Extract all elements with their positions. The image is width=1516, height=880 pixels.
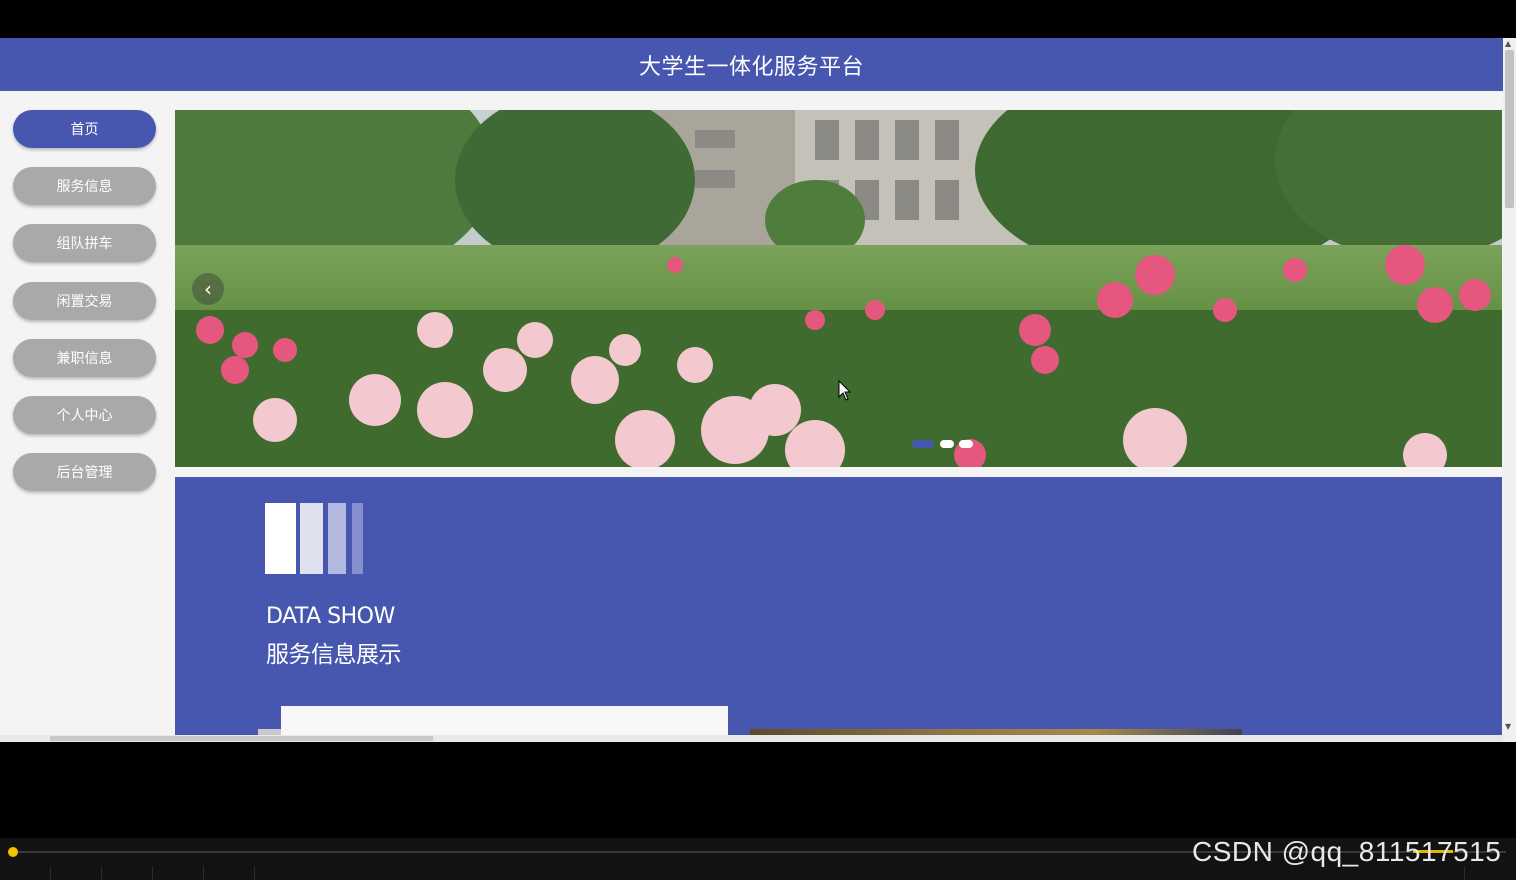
player-divider — [152, 866, 153, 880]
sidebar-nav: 首页 服务信息 组队拼车 闲置交易 兼职信息 个人中心 后台管理 — [0, 91, 170, 742]
site-header: 大学生一体化服务平台 — [0, 38, 1503, 91]
carousel-dot-2[interactable] — [940, 440, 954, 448]
nav-carpool-button[interactable]: 组队拼车 — [13, 224, 156, 262]
horizontal-scroll-thumb[interactable] — [50, 736, 433, 741]
mouse-cursor-icon — [838, 380, 852, 401]
nav-home-button[interactable]: 首页 — [13, 110, 156, 148]
player-divider — [1464, 866, 1465, 880]
scroll-up-icon[interactable]: ▲ — [1505, 39, 1511, 48]
player-divider — [254, 866, 255, 880]
chevron-left-icon[interactable]: ‹ — [192, 273, 224, 305]
nav-parttime-button[interactable]: 兼职信息 — [13, 339, 156, 377]
data-show-title: DATA SHOW — [266, 604, 395, 629]
carousel-dot-1[interactable] — [912, 440, 934, 448]
nav-label: 首页 — [70, 122, 99, 138]
data-show-subtitle: 服务信息展示 — [266, 642, 402, 668]
browser-viewport: 大学生一体化服务平台 首页 服务信息 组队拼车 闲置交易 兼职信息 个人中心 后… — [0, 38, 1516, 742]
csdn-watermark: CSDN @qq_811517515 — [1192, 836, 1502, 867]
player-divider — [50, 866, 51, 880]
nav-label: 后台管理 — [56, 465, 113, 481]
nav-service-info-button[interactable]: 服务信息 — [13, 167, 156, 205]
nav-profile-button[interactable]: 个人中心 — [13, 396, 156, 434]
nav-label: 兼职信息 — [56, 351, 113, 367]
progress-handle[interactable] — [8, 847, 18, 857]
nav-admin-button[interactable]: 后台管理 — [13, 453, 156, 491]
vertical-scroll-thumb[interactable] — [1505, 50, 1514, 208]
banner-image — [175, 110, 1502, 467]
player-divider — [203, 866, 204, 880]
banner-carousel[interactable]: ‹ — [175, 110, 1502, 467]
nav-label: 服务信息 — [56, 179, 113, 195]
nav-secondhand-button[interactable]: 闲置交易 — [13, 282, 156, 320]
carousel-dot-3[interactable] — [959, 440, 973, 448]
nav-label: 个人中心 — [56, 408, 113, 424]
player-divider — [101, 866, 102, 880]
nav-label: 闲置交易 — [56, 294, 113, 310]
top-black-bar — [0, 0, 1516, 38]
scroll-down-icon[interactable]: ▼ — [1505, 722, 1511, 731]
nav-label: 组队拼车 — [56, 236, 113, 252]
site-title: 大学生一体化服务平台 — [638, 54, 864, 80]
horizontal-scrollbar[interactable] — [0, 735, 1503, 742]
data-show-section: DATA SHOW 服务信息展示 — [175, 477, 1502, 742]
vertical-scrollbar[interactable]: ▲ ▼ — [1503, 38, 1516, 742]
